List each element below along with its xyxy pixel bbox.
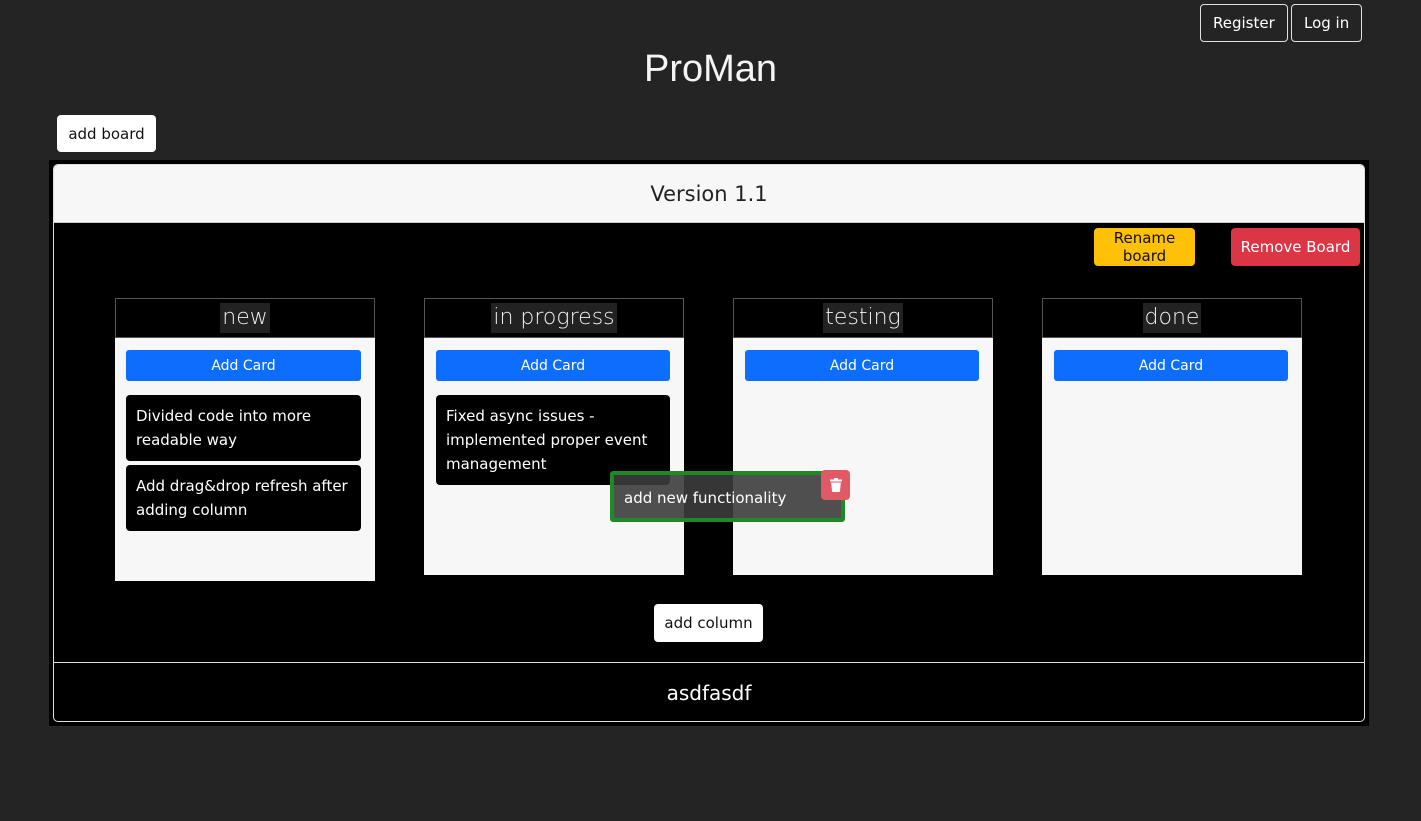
column-header: testing	[733, 298, 993, 338]
board: Version 1.1 Rename board Remove Board ne…	[49, 160, 1369, 726]
column-title[interactable]: in progress	[491, 303, 617, 333]
trash-icon	[829, 478, 842, 492]
column-in-progress: in progress Add Card Fixed async issues …	[424, 298, 684, 575]
board-container: Version 1.1 Rename board Remove Board ne…	[53, 164, 1365, 722]
dragging-card-text: add new functionality	[624, 489, 787, 507]
board-footer-title: asdfasdf	[54, 662, 1364, 721]
remove-board-button[interactable]: Remove Board	[1231, 228, 1360, 266]
page-title: ProMan	[643, 48, 778, 90]
column-header: in progress	[424, 298, 684, 338]
add-column-button[interactable]: add column	[654, 604, 763, 642]
board-title[interactable]: Version 1.1	[54, 165, 1364, 223]
column-done: done Add Card	[1042, 298, 1302, 575]
column-title[interactable]: testing	[823, 303, 903, 333]
register-button[interactable]: Register	[1200, 4, 1288, 42]
add-card-button[interactable]: Add Card	[126, 350, 361, 381]
rename-board-button[interactable]: Rename board	[1094, 228, 1195, 266]
add-card-button[interactable]: Add Card	[1054, 350, 1288, 381]
add-card-button[interactable]: Add Card	[745, 350, 979, 381]
login-button[interactable]: Log in	[1291, 4, 1363, 42]
column-title[interactable]: done	[1142, 303, 1202, 333]
column-header: new	[115, 298, 375, 338]
column-header: done	[1042, 298, 1302, 338]
card[interactable]: Add drag&drop refresh after adding colum…	[126, 465, 361, 531]
column-title[interactable]: new	[220, 303, 270, 333]
dragging-card[interactable]: add new functionality	[610, 471, 845, 522]
card[interactable]: Divided code into more readable way	[126, 395, 361, 461]
column-new: new Add Card Divided code into more read…	[115, 298, 375, 581]
column-testing: testing Add Card	[733, 298, 993, 575]
add-card-button[interactable]: Add Card	[436, 350, 670, 381]
add-board-button[interactable]: add board	[57, 115, 156, 152]
delete-card-button[interactable]	[821, 470, 850, 500]
